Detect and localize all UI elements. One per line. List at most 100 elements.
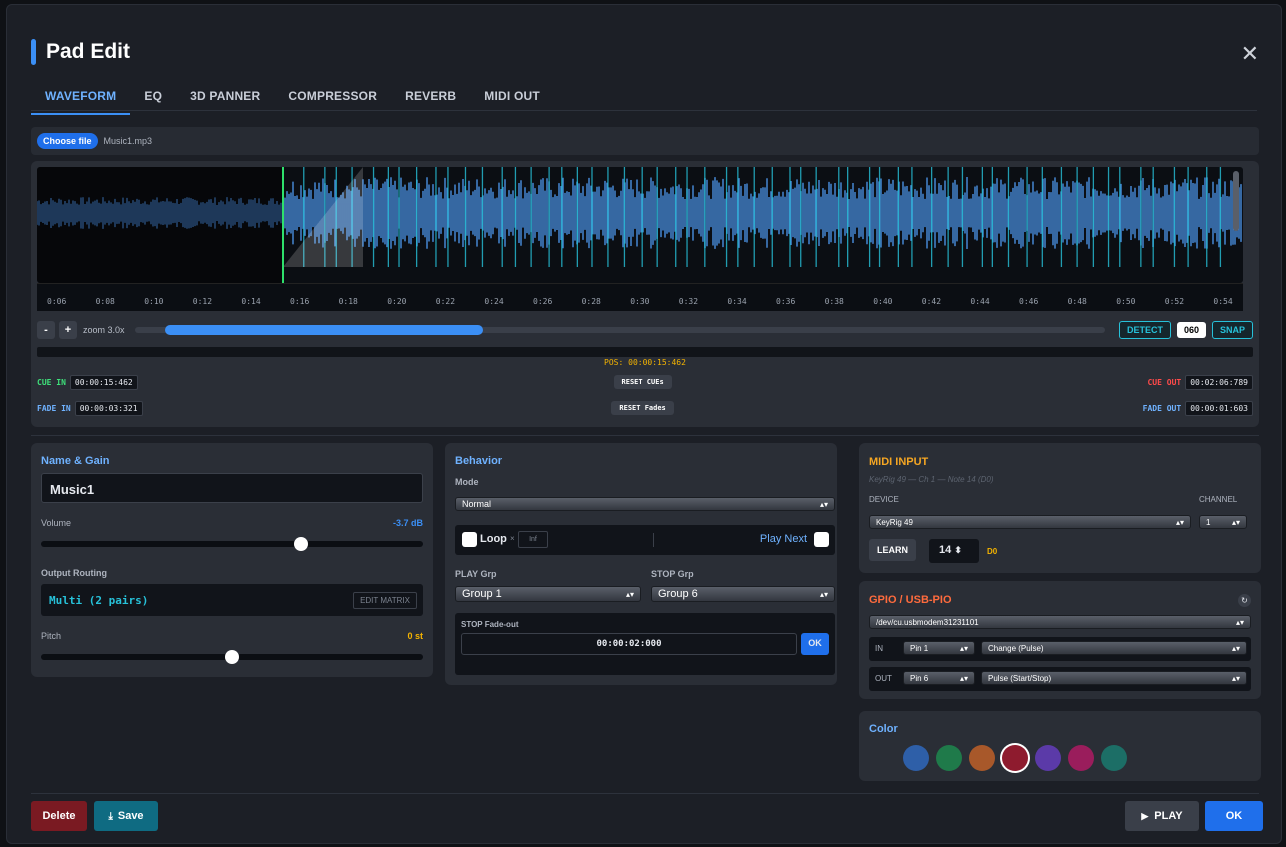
mode-select-value: Normal xyxy=(462,499,492,509)
reset-fades-button[interactable]: RESET Fades xyxy=(611,401,674,415)
color-swatch[interactable] xyxy=(969,745,995,771)
gpio-in-mode-value: Change (Pulse) xyxy=(988,643,1044,653)
channel-label: CHANNEL xyxy=(1199,495,1238,504)
cue-out-field[interactable]: 00:02:06:789 xyxy=(1185,374,1253,390)
loop-count-input[interactable]: Inf xyxy=(518,531,548,548)
dialog-header: Pad Edit xyxy=(31,37,130,67)
cue-row: CUE IN 00:00:15:462 RESET CUEs CUE OUT 0… xyxy=(37,373,1253,391)
gpio-out-pin-select[interactable]: Pin 6 ▴▾ xyxy=(903,671,975,685)
time-tick-label: 0:32 xyxy=(678,297,699,306)
stop-group-value: Group 6 xyxy=(658,588,698,600)
refresh-icon[interactable]: ↻ xyxy=(1238,594,1251,607)
fade-in-field[interactable]: 00:00:03:321 xyxy=(74,400,143,416)
midi-note-input[interactable]: 14 ⬍ xyxy=(929,539,979,563)
choose-file-button[interactable]: Choose file xyxy=(37,133,98,149)
download-icon: ⤓ xyxy=(108,810,113,822)
time-tick-label: 0:38 xyxy=(824,297,844,306)
select-arrows-icon: ▴▾ xyxy=(959,673,968,683)
gpio-in-mode-select[interactable]: Change (Pulse) ▴▾ xyxy=(981,641,1247,655)
waveform-graphic xyxy=(37,167,1242,283)
stop-group-select[interactable]: Group 6 ▴▾ xyxy=(651,586,835,602)
zoom-in-button[interactable]: + xyxy=(59,321,77,339)
volume-slider[interactable] xyxy=(41,537,423,551)
color-swatch[interactable] xyxy=(1101,745,1127,771)
color-swatch[interactable] xyxy=(903,745,929,771)
zoom-scroll-thumb[interactable] xyxy=(164,325,483,335)
close-icon[interactable]: ✕ xyxy=(1241,41,1259,67)
time-tick-label: 0:28 xyxy=(581,297,601,306)
name-gain-title: Name & Gain xyxy=(41,455,110,467)
play-group-select[interactable]: Group 1 ▴▾ xyxy=(455,586,641,602)
play-next-label: Play Next xyxy=(759,533,807,545)
name-gain-panel: Name & Gain Music1 Volume -3.7 dB Output… xyxy=(31,443,433,677)
play-next-checkbox[interactable] xyxy=(814,532,829,547)
detect-button[interactable]: DETECT xyxy=(1118,321,1171,339)
pad-name-input[interactable]: Music1 xyxy=(41,473,423,503)
stop-fadeout-field[interactable]: 00:00:02:000 xyxy=(461,633,797,655)
title-accent xyxy=(31,39,36,65)
zoom-level: zoom 3.0x xyxy=(83,325,125,335)
zoom-scrollbar[interactable] xyxy=(134,325,1105,335)
select-arrows-icon: ▴▾ xyxy=(1231,643,1240,653)
learn-button[interactable]: LEARN xyxy=(869,539,916,561)
midi-device-value: KeyRig 49 xyxy=(876,517,913,527)
stop-fadeout-box: STOP Fade-out 00:00:02:000 OK xyxy=(455,613,835,675)
select-arrows-icon: ▴▾ xyxy=(819,589,828,599)
output-routing-label: Output Routing xyxy=(41,568,107,578)
snap-button[interactable]: SNAP xyxy=(1211,321,1253,339)
output-routing-box: Multi (2 pairs) EDIT MATRIX xyxy=(41,584,423,616)
pitch-value: 0 st xyxy=(407,631,423,641)
section-divider xyxy=(31,435,1259,436)
waveform-scrollbar[interactable] xyxy=(1233,171,1239,231)
loop-row: Loop × Inf Play Next xyxy=(455,525,835,555)
color-swatch[interactable] xyxy=(1002,745,1028,771)
ok-button[interactable]: OK xyxy=(1205,801,1263,831)
gpio-in-pin-select[interactable]: Pin 1 ▴▾ xyxy=(903,641,975,655)
play-button[interactable]: ▶ PLAY xyxy=(1125,801,1199,831)
midi-channel-select[interactable]: 1 ▴▾ xyxy=(1199,515,1247,529)
mode-select[interactable]: Normal ▴▾ xyxy=(455,497,835,511)
mode-label: Mode xyxy=(455,477,479,487)
loop-label: Loop xyxy=(480,533,507,545)
volume-slider-thumb[interactable] xyxy=(293,537,308,551)
cue-in-field[interactable]: 00:00:15:462 xyxy=(69,374,138,390)
stepper-icon[interactable]: ⬍ xyxy=(954,545,962,555)
time-ruler: 0:06 0:08 0:10 0:12 0:14 0:16 0:18 0:20 0:22 0:24… xyxy=(37,283,1243,311)
time-tick-label: 0:48 xyxy=(1067,297,1087,306)
color-swatch[interactable] xyxy=(936,745,962,771)
color-swatch[interactable] xyxy=(1035,745,1061,771)
loop-checkbox[interactable] xyxy=(462,532,477,547)
pitch-slider[interactable] xyxy=(41,650,423,664)
save-button[interactable]: ⤓ Save xyxy=(94,801,158,831)
midi-device-select[interactable]: KeyRig 49 ▴▾ xyxy=(869,515,1191,529)
select-arrows-icon: ▴▾ xyxy=(1231,673,1240,683)
fade-out-field[interactable]: 00:00:01:603 xyxy=(1185,400,1253,416)
tab-divider xyxy=(31,110,1257,111)
zoom-out-button[interactable]: - xyxy=(37,321,55,339)
midi-channel-value: 1 xyxy=(1206,517,1211,527)
color-swatch[interactable] xyxy=(1068,745,1094,771)
delete-button[interactable]: Delete xyxy=(31,801,87,831)
time-tick-label: 0:30 xyxy=(630,297,650,306)
file-name: Music1.mp3 xyxy=(103,136,153,146)
file-picker: Choose file Music1.mp3 xyxy=(31,127,1259,155)
position-strip[interactable] xyxy=(37,347,1253,357)
gpio-out-mode-select[interactable]: Pulse (Start/Stop) ▴▾ xyxy=(981,671,1247,685)
edit-matrix-button[interactable]: EDIT MATRIX xyxy=(353,592,417,609)
play-label: PLAY xyxy=(1154,810,1183,822)
midi-input-title: MIDI INPUT xyxy=(869,456,929,468)
play-group-label: PLAY Grp xyxy=(455,569,497,579)
pitch-slider-thumb[interactable] xyxy=(225,650,239,664)
gpio-port-select[interactable]: /dev/cu.usbmodem31231101 ▴▾ xyxy=(869,615,1251,629)
stop-fadeout-ok-button[interactable]: OK xyxy=(801,633,829,655)
footer-divider xyxy=(31,793,1259,794)
color-title: Color xyxy=(869,723,898,735)
bpm-field[interactable]: 060 xyxy=(1176,322,1206,338)
reset-cues-button[interactable]: RESET CUEs xyxy=(613,375,672,389)
midi-note-name: D0 xyxy=(987,547,998,556)
waveform-display[interactable] xyxy=(37,167,1243,283)
loop-times-glyph: × xyxy=(510,534,515,543)
gpio-in-pin-value: Pin 1 xyxy=(910,643,929,653)
time-tick-label: 0:50 xyxy=(1116,297,1136,306)
cue-out-label: CUE OUT xyxy=(1147,377,1182,387)
